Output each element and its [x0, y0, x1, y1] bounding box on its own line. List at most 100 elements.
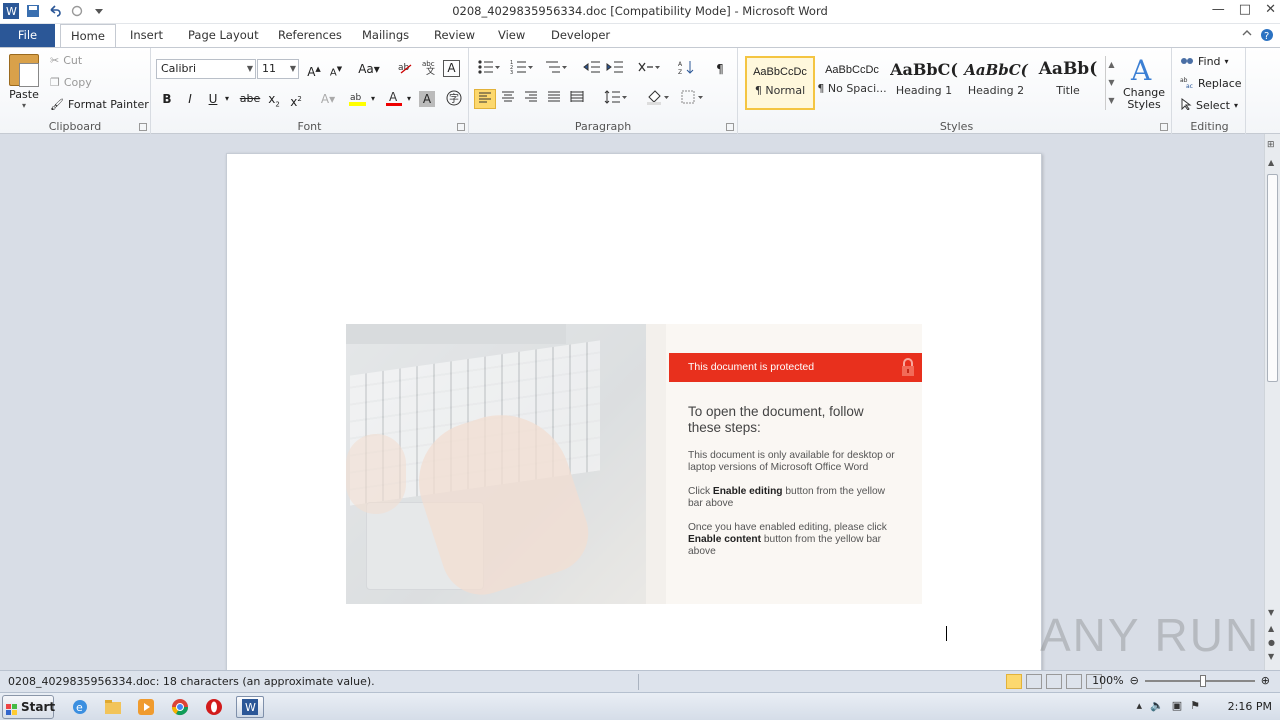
start-button[interactable]: Start [2, 695, 55, 719]
align-right-button[interactable] [520, 89, 542, 109]
character-shading-icon[interactable]: A [419, 91, 435, 107]
browse-object-icon[interactable]: ● [1268, 638, 1275, 647]
scrollbar-thumb[interactable] [1267, 174, 1278, 382]
maximize-button[interactable]: □ [1239, 2, 1251, 17]
font-dialog-launcher[interactable] [457, 123, 465, 131]
styles-scroll-down-icon[interactable]: ▼ [1106, 74, 1117, 92]
tab-page-layout[interactable]: Page Layout [178, 24, 269, 47]
underline-dropdown-icon[interactable]: ▾ [221, 89, 233, 109]
file-explorer-icon[interactable] [101, 696, 125, 718]
subscript-button[interactable]: x2 [263, 89, 285, 109]
highlight-color-button[interactable]: ab [347, 89, 369, 109]
style-heading-1[interactable]: AaBbC( Heading 1 [889, 56, 959, 110]
paste-dropdown-icon[interactable]: ▾ [6, 101, 42, 110]
zoom-level[interactable]: 100% [1092, 674, 1123, 687]
highlight-dropdown-icon[interactable]: ▾ [367, 89, 379, 109]
borders-icon[interactable] [677, 89, 707, 109]
close-button[interactable]: ✕ [1265, 2, 1276, 17]
font-color-dropdown-icon[interactable]: ▾ [403, 89, 415, 109]
show-formatting-marks-icon[interactable]: ¶ [709, 59, 731, 79]
minimize-button[interactable]: — [1212, 2, 1225, 17]
phonetic-guide-icon[interactable]: abc 文 [419, 59, 441, 79]
font-size-dropdown-icon[interactable]: ▼ [290, 60, 296, 78]
styles-scroll-up-icon[interactable]: ▲ [1106, 56, 1117, 74]
full-screen-reading-icon[interactable] [1026, 674, 1042, 689]
volume-icon[interactable]: 🔈 [1150, 699, 1164, 712]
minimize-ribbon-icon[interactable] [1242, 28, 1252, 45]
grow-font-button[interactable]: A▲ [303, 59, 325, 79]
print-layout-icon[interactable] [1006, 674, 1022, 689]
superscript-button[interactable]: x2 [285, 89, 307, 109]
character-border-icon[interactable]: A [443, 60, 460, 77]
shrink-font-button[interactable]: A▼ [325, 59, 347, 79]
multilevel-list-icon[interactable] [541, 59, 571, 79]
clock[interactable]: 2:16 PM [1228, 700, 1272, 713]
styles-more-icon[interactable]: ▼ [1106, 92, 1117, 110]
justify-button[interactable] [543, 89, 565, 109]
ruler-toggle-icon[interactable]: ⊞ [1267, 140, 1275, 150]
zoom-in-icon[interactable]: ⊕ [1261, 674, 1270, 687]
cut-button[interactable]: ✂ Cut [50, 54, 82, 67]
tab-view[interactable]: View [488, 24, 535, 47]
find-button[interactable]: Find ▾ [1180, 54, 1229, 69]
clear-formatting-icon[interactable]: ab [395, 59, 417, 79]
change-styles-button[interactable]: A Change Styles [1120, 54, 1168, 111]
enclose-characters-icon[interactable]: 字 [443, 89, 465, 109]
font-size-combo[interactable]: 11 ▼ [257, 59, 299, 79]
clipboard-dialog-launcher[interactable] [139, 123, 147, 131]
asian-layout-icon[interactable] [635, 59, 663, 79]
tab-mailings[interactable]: Mailings [352, 24, 419, 47]
find-dropdown-icon[interactable]: ▾ [1225, 57, 1229, 66]
zoom-slider[interactable] [1144, 674, 1255, 687]
line-spacing-icon[interactable] [601, 89, 631, 109]
font-name-combo[interactable]: Calibri ▼ [156, 59, 256, 79]
tab-review[interactable]: Review [424, 24, 485, 47]
numbering-icon[interactable]: 123 [507, 59, 537, 79]
word-taskbar-button[interactable]: W [236, 696, 264, 718]
decrease-indent-icon[interactable] [581, 59, 603, 79]
copy-button[interactable]: ❐ Copy [50, 76, 92, 89]
text-effects-button[interactable]: A▾ [317, 89, 339, 109]
increase-indent-icon[interactable] [604, 59, 626, 79]
action-center-flag-icon[interactable]: ⚑ [1190, 699, 1200, 712]
scroll-up-icon[interactable]: ▲ [1268, 158, 1274, 167]
align-center-button[interactable] [497, 89, 519, 109]
help-icon[interactable]: ? [1260, 28, 1274, 45]
align-left-button[interactable] [474, 89, 496, 109]
select-dropdown-icon[interactable]: ▾ [1234, 101, 1238, 110]
tab-home[interactable]: Home [60, 24, 116, 47]
style-title[interactable]: AaBb( Title [1033, 56, 1103, 110]
tab-developer[interactable]: Developer [541, 24, 620, 47]
bullets-icon[interactable] [474, 59, 504, 79]
outline-view-icon[interactable] [1066, 674, 1082, 689]
tab-file[interactable]: File [0, 24, 55, 47]
sort-icon[interactable]: AZ [675, 59, 697, 79]
font-name-dropdown-icon[interactable]: ▼ [247, 60, 253, 78]
replace-button[interactable]: ab ac Replace [1180, 76, 1242, 91]
strikethrough-button[interactable]: abe [237, 89, 263, 109]
select-button[interactable]: Select ▾ [1180, 98, 1238, 113]
paste-button[interactable]: Paste ▾ [6, 54, 42, 110]
network-icon[interactable]: ▣ [1172, 699, 1182, 712]
zoom-slider-knob[interactable] [1199, 674, 1206, 687]
styles-dialog-launcher[interactable] [1160, 123, 1168, 131]
next-page-icon[interactable]: ▼ [1268, 652, 1274, 661]
shading-icon[interactable] [643, 89, 673, 109]
bold-button[interactable]: B [156, 89, 178, 109]
change-case-button[interactable]: Aa▾ [355, 59, 383, 79]
web-layout-icon[interactable] [1046, 674, 1062, 689]
format-painter-button[interactable]: 🖌 Format Painter [50, 98, 149, 111]
scroll-down-icon[interactable]: ▼ [1268, 608, 1274, 617]
zoom-out-icon[interactable]: ⊖ [1130, 674, 1139, 687]
show-hidden-icons-icon[interactable]: ▴ [1136, 699, 1142, 712]
vertical-scrollbar[interactable]: ⊞ ▲ ▼ ▲ ● ▼ [1264, 134, 1280, 670]
chrome-icon[interactable] [168, 696, 192, 718]
internet-explorer-icon[interactable]: e [68, 696, 92, 718]
tab-references[interactable]: References [268, 24, 352, 47]
italic-button[interactable]: I [179, 89, 201, 109]
style-no-spacing[interactable]: AaBbCcDc ¶ No Spaci... [817, 56, 887, 110]
distributed-button[interactable] [566, 89, 588, 109]
paragraph-dialog-launcher[interactable] [726, 123, 734, 131]
font-color-button[interactable]: A [383, 89, 405, 109]
style-heading-2[interactable]: AaBbC( Heading 2 [961, 56, 1031, 110]
